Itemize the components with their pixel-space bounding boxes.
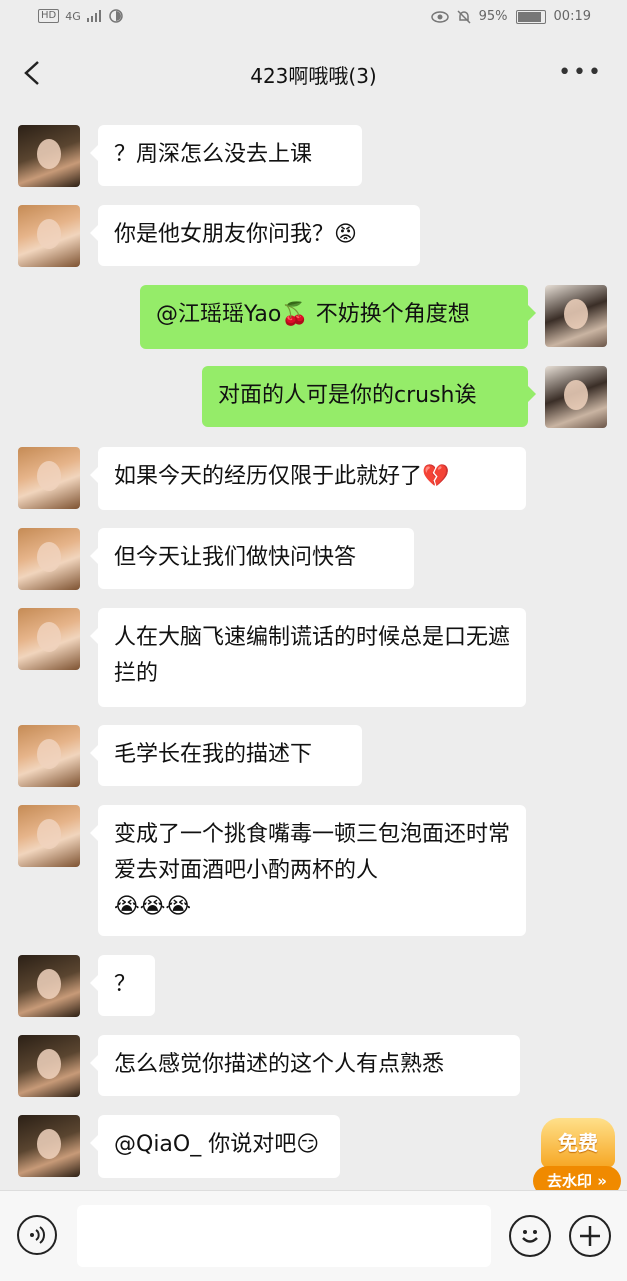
status-right: 95% 00:19 xyxy=(430,9,591,24)
message-bubble[interactable]: 毛学长在我的描述下 xyxy=(90,725,362,786)
message-bubble[interactable]: 变成了一个挑食嘴毒一顿三包泡面还时常爱去对面酒吧小酌两杯的人 😭😭😭 xyxy=(90,805,526,936)
avatar[interactable] xyxy=(18,955,80,1017)
message-bubble[interactable]: 对面的人可是你的crush诶 xyxy=(202,366,536,427)
status-left: HD 4G xyxy=(38,9,123,23)
crying-emoji-icon: 😭😭😭 xyxy=(114,894,192,919)
message-bubble[interactable]: 怎么感觉你描述的这个人有点熟悉 xyxy=(90,1035,520,1096)
avatar[interactable] xyxy=(18,205,80,267)
avatar[interactable] xyxy=(18,805,80,867)
plus-icon[interactable] xyxy=(569,1215,611,1257)
battery-icon xyxy=(515,9,546,24)
eye-icon xyxy=(430,10,449,23)
data-saver-icon xyxy=(109,9,123,23)
avatar[interactable] xyxy=(18,1035,80,1097)
ellipsis-icon[interactable]: ••• xyxy=(558,60,603,85)
title-bar: 423啊哦哦(3) ••• xyxy=(0,38,627,110)
avatar[interactable] xyxy=(18,125,80,187)
message-bubble[interactable]: 如果今天的经历仅限于此就好了💔 xyxy=(90,447,526,510)
clock: 00:19 xyxy=(553,9,591,24)
broken-heart-icon: 💔 xyxy=(422,464,450,489)
promo-free-label: 免费 xyxy=(541,1118,615,1168)
voice-icon[interactable] xyxy=(17,1215,57,1255)
hd-badge: HD xyxy=(38,9,60,23)
message-bubble[interactable]: 人在大脑飞速编制谎话的时候总是口无遮拦的 xyxy=(90,608,526,707)
avatar[interactable] xyxy=(18,725,80,787)
message-bubble[interactable]: @QiaO_ 你说对吧😏 xyxy=(90,1115,340,1178)
message-bubble[interactable]: ？ xyxy=(90,955,155,1016)
avatar[interactable] xyxy=(18,1115,80,1177)
smile-icon[interactable] xyxy=(509,1215,551,1257)
network-label: 4G xyxy=(65,9,81,23)
smirk-emoji-icon: 😏 xyxy=(296,1132,320,1157)
remove-watermark-badge[interactable]: 免费 去水印 » xyxy=(533,1110,621,1196)
message-bubble[interactable]: 你是他女朋友你问我？😡 xyxy=(90,205,420,266)
mute-bell-icon xyxy=(457,9,471,24)
message-bubble[interactable]: ？周深怎么没去上课 xyxy=(90,125,362,186)
status-bar: HD 4G 95% 00:19 xyxy=(0,0,627,38)
angry-emoji-icon: 😡 xyxy=(334,222,357,247)
avatar[interactable] xyxy=(545,285,607,347)
message-input[interactable] xyxy=(77,1205,491,1267)
avatar[interactable] xyxy=(18,447,80,509)
avatar[interactable] xyxy=(545,366,607,428)
chat-title: 423啊哦哦(3) xyxy=(250,64,377,88)
message-bubble[interactable]: @江瑶瑶Yao🍒 不妨换个角度想 xyxy=(140,285,536,349)
input-bar xyxy=(0,1190,627,1281)
avatar[interactable] xyxy=(18,608,80,670)
avatar[interactable] xyxy=(18,528,80,590)
message-bubble[interactable]: 但今天让我们做快问快答 xyxy=(90,528,414,589)
signal-icon xyxy=(86,10,101,22)
battery-percent: 95% xyxy=(478,9,508,24)
